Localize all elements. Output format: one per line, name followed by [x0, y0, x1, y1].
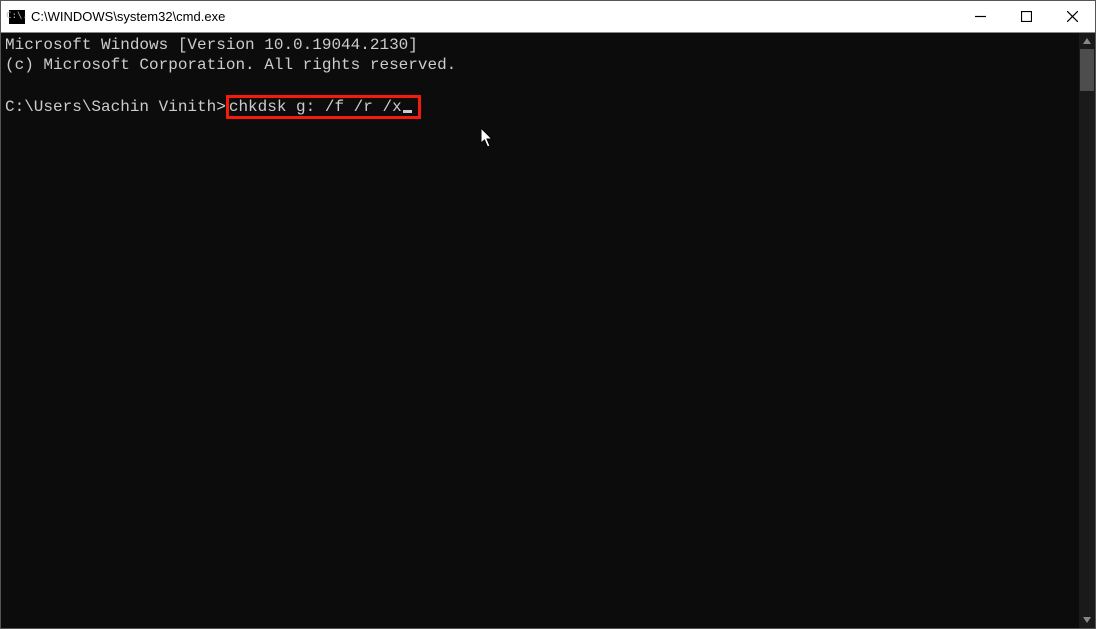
scrollbar-thumb[interactable] — [1080, 49, 1094, 91]
console-line-header2: (c) Microsoft Corporation. All rights re… — [5, 56, 456, 74]
scroll-down-button[interactable] — [1079, 612, 1095, 628]
console-output[interactable]: Microsoft Windows [Version 10.0.19044.21… — [1, 33, 1079, 628]
console-line-header1: Microsoft Windows [Version 10.0.19044.21… — [5, 36, 418, 54]
titlebar[interactable]: C:\. C:\WINDOWS\system32\cmd.exe — [1, 1, 1095, 33]
console-prompt: C:\Users\Sachin Vinith> — [5, 98, 226, 116]
maximize-button[interactable] — [1003, 1, 1049, 33]
vertical-scrollbar[interactable] — [1079, 33, 1095, 628]
text-cursor — [403, 110, 412, 113]
close-button[interactable] — [1049, 1, 1095, 33]
mouse-cursor-icon — [481, 128, 495, 148]
minimize-icon — [975, 11, 986, 22]
command-highlight: chkdsk g: /f /r /x — [226, 95, 421, 119]
chevron-down-icon — [1083, 616, 1091, 624]
minimize-button[interactable] — [957, 1, 1003, 33]
console-command: chkdsk g: /f /r /x — [229, 98, 402, 116]
scroll-up-button[interactable] — [1079, 33, 1095, 49]
console-client-area: Microsoft Windows [Version 10.0.19044.21… — [1, 33, 1095, 628]
maximize-icon — [1021, 11, 1032, 22]
close-icon — [1067, 11, 1078, 22]
scrollbar-track[interactable] — [1079, 49, 1095, 612]
window: C:\. C:\WINDOWS\system32\cmd.exe Microso… — [0, 0, 1096, 629]
chevron-up-icon — [1083, 37, 1091, 45]
window-title: C:\WINDOWS\system32\cmd.exe — [31, 9, 225, 24]
cmd-app-icon: C:\. — [9, 10, 25, 24]
